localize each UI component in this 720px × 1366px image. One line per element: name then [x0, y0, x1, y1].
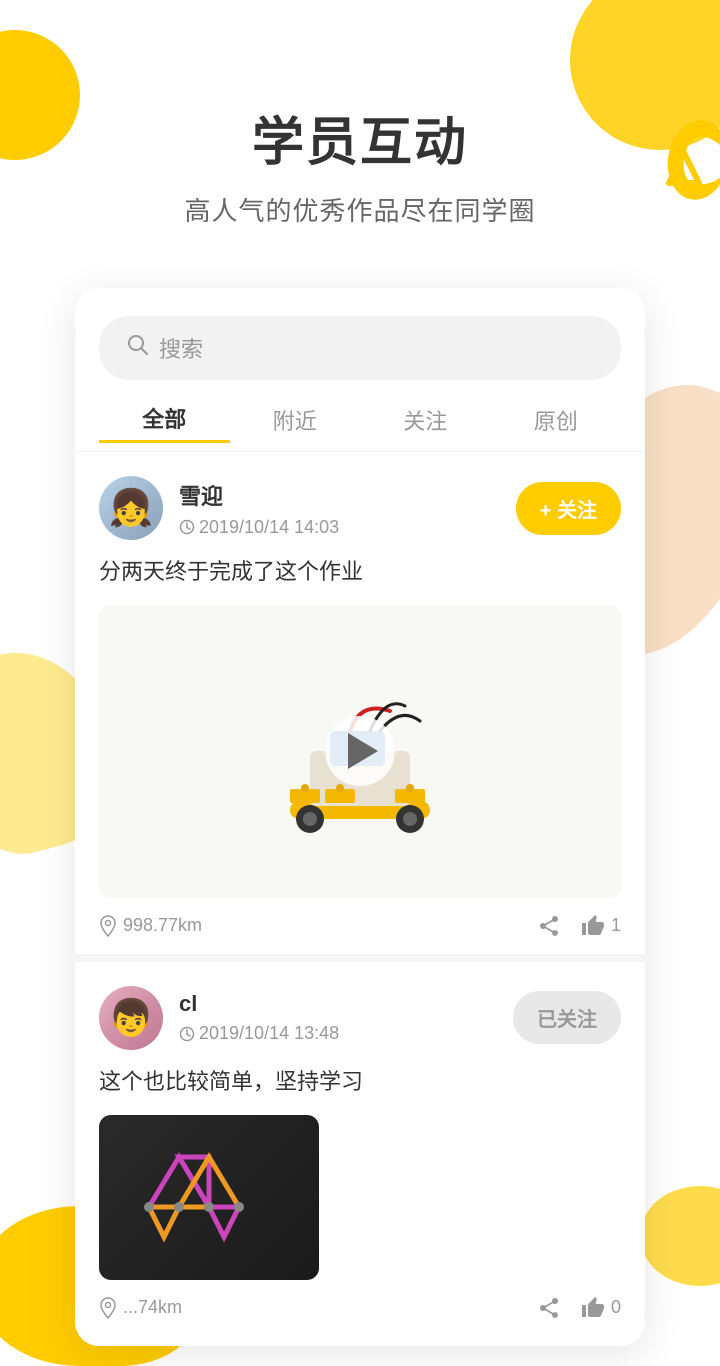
avatar-1 [99, 476, 163, 540]
video-thumbnail-1[interactable] [99, 605, 621, 897]
search-icon [127, 334, 149, 362]
page-subtitle: 高人气的优秀作品尽在同学圈 [0, 191, 720, 228]
user-info-2: cl 2019/10/14 13:48 [179, 991, 513, 1044]
tab-following[interactable]: 关注 [360, 404, 491, 442]
like-button-2[interactable]: 0 [581, 1296, 621, 1320]
follow-button-2[interactable]: 已关注 [513, 991, 621, 1044]
location-icon-1 [99, 915, 117, 937]
post-time-text-2: 2019/10/14 13:48 [199, 1023, 339, 1044]
play-button-1[interactable] [325, 716, 395, 786]
magnet-illustration [129, 1137, 289, 1257]
magnet-image [99, 1115, 319, 1280]
post-time-text-1: 2019/10/14 14:03 [199, 517, 339, 538]
like-count-1: 1 [611, 915, 621, 936]
post-card-1: 雪迎 2019/10/14 14:03 + 关注 分两天终于完成了这个作业 [75, 452, 645, 962]
post-time-2: 2019/10/14 13:48 [179, 1023, 513, 1044]
username-1: 雪迎 [179, 479, 516, 511]
post-footer-2: ...74km 0 [99, 1296, 621, 1320]
clock-icon-2 [179, 1026, 195, 1042]
tab-original[interactable]: 原创 [491, 404, 622, 442]
search-bar[interactable]: 搜索 [99, 316, 621, 380]
user-info-1: 雪迎 2019/10/14 14:03 [179, 479, 516, 538]
like-icon-1 [581, 914, 605, 938]
post-content-2: 这个也比较简单，坚持学习 [99, 1064, 621, 1099]
page-title: 学员互动 [0, 100, 720, 175]
share-icon-2 [537, 1296, 561, 1320]
avatar-2 [99, 986, 163, 1050]
location-1: 998.77km [99, 915, 202, 937]
tab-nearby[interactable]: 附近 [230, 404, 361, 442]
location-text-2: ...74km [123, 1297, 182, 1318]
main-card: 搜索 全部 附近 关注 原创 雪迎 [75, 288, 645, 1346]
search-placeholder: 搜索 [159, 332, 203, 364]
share-button-2[interactable] [537, 1296, 561, 1320]
tab-all[interactable]: 全部 [99, 402, 230, 443]
share-icon-1 [537, 914, 561, 938]
like-icon-2 [581, 1296, 605, 1320]
post-footer-1: 998.77km 1 [99, 914, 621, 938]
play-triangle-icon [348, 733, 378, 769]
location-2: ...74km [99, 1297, 182, 1319]
tab-bar: 全部 附近 关注 原创 [75, 380, 645, 451]
location-text-1: 998.77km [123, 915, 202, 936]
clock-icon-1 [179, 519, 195, 535]
like-button-1[interactable]: 1 [581, 914, 621, 938]
post-time-1: 2019/10/14 14:03 [179, 517, 516, 538]
username-2: cl [179, 991, 513, 1017]
like-count-2: 0 [611, 1297, 621, 1318]
follow-button-1[interactable]: + 关注 [516, 482, 621, 535]
post-header-2: cl 2019/10/14 13:48 已关注 [99, 986, 621, 1050]
action-buttons-2: 0 [537, 1296, 621, 1320]
post-header-1: 雪迎 2019/10/14 14:03 + 关注 [99, 476, 621, 540]
image-thumbnail-2[interactable] [99, 1115, 319, 1280]
post-content-1: 分两天终于完成了这个作业 [99, 554, 621, 589]
share-button-1[interactable] [537, 914, 561, 938]
header-section: 学员互动 高人气的优秀作品尽在同学圈 [0, 0, 720, 248]
action-buttons-1: 1 [537, 914, 621, 938]
location-icon-2 [99, 1297, 117, 1319]
